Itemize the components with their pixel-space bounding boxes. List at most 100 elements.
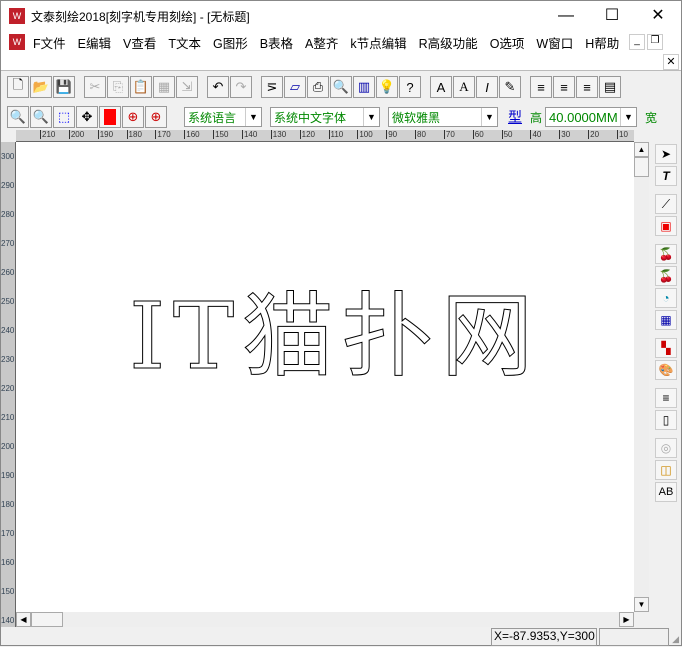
color-tool-icon[interactable]: ▚ — [655, 338, 677, 358]
vertical-scrollbar[interactable]: ▲ ▼ — [634, 142, 649, 612]
maximize-button[interactable]: ☐ — [589, 1, 635, 31]
cn-font-select[interactable]: 系统中文字体 ▼ — [270, 107, 380, 127]
minimize-button[interactable]: — — [543, 1, 589, 31]
menu-graphics[interactable]: G图形 — [207, 33, 254, 52]
ruler-label: 190 — [97, 130, 114, 139]
canvas-text-object[interactable]: IT猫扑网 — [129, 283, 534, 391]
print-icon[interactable]: ⎙ — [307, 76, 329, 98]
save-icon[interactable]: 💾 — [53, 76, 75, 98]
undo-icon[interactable]: ↶ — [207, 76, 229, 98]
menu-window[interactable]: W窗口 — [530, 33, 579, 52]
scroll-down-icon[interactable]: ▼ — [634, 597, 649, 612]
fill-tool-icon[interactable]: 🍒 — [655, 244, 677, 264]
vertical-scroll-thumb[interactable] — [634, 157, 649, 177]
copy-icon[interactable]: ⎘ — [107, 76, 129, 98]
ruler-label: 180 — [126, 130, 142, 139]
height-input[interactable]: 40.0000MM ▼ — [545, 107, 638, 127]
ruler-label: 200 — [68, 130, 85, 139]
vertical-ruler: 300 290 280 270 260 250 240 230 220 210 200 190 180 1… — [1, 142, 16, 627]
menu-help[interactable]: H帮助 — [579, 33, 625, 52]
text-tool-icon[interactable]: T — [655, 166, 677, 186]
mdi-close-button[interactable]: ✕ — [663, 54, 679, 70]
text-fit-icon[interactable]: A — [430, 76, 452, 98]
paint-tool-icon[interactable]: 🎨 — [655, 360, 677, 380]
redo-icon[interactable]: ↷ — [230, 76, 252, 98]
zoom-page-icon[interactable] — [99, 106, 121, 128]
zoom-in-icon[interactable]: 🔍 — [30, 106, 52, 128]
effect-tool-icon[interactable]: ◎ — [655, 438, 677, 458]
italic-icon[interactable]: I — [476, 76, 498, 98]
zoom-fit-icon[interactable]: ⊕ — [122, 106, 144, 128]
cut-output-icon[interactable]: ▥ — [353, 76, 375, 98]
page-icon[interactable]: ▱ — [284, 76, 306, 98]
tip-icon[interactable]: 💡 — [376, 76, 398, 98]
font-select[interactable]: 微软雅黑 ▼ — [388, 107, 498, 127]
ruler-label: 30 — [559, 130, 571, 139]
ruler-label: 170 — [155, 130, 171, 139]
font-type-button[interactable]: 型 — [508, 107, 522, 127]
text-frame-icon[interactable]: A — [453, 76, 475, 98]
ruler-label: 160 — [184, 130, 200, 139]
mdi-restore-button[interactable]: ❐ — [647, 34, 663, 50]
ruler-label: 40 — [530, 130, 542, 139]
group-icon[interactable]: ▦ — [153, 76, 175, 98]
select-arrow-icon[interactable]: ➤ — [655, 144, 677, 164]
zoom-out-icon[interactable]: 🔍 — [7, 106, 29, 128]
resize-grip-icon[interactable]: ◢ — [672, 634, 679, 645]
menu-edit[interactable]: E编辑 — [72, 33, 117, 52]
ungroup-icon[interactable]: ⇲ — [176, 76, 198, 98]
align-right-icon[interactable]: ≡ — [576, 76, 598, 98]
text-edit-icon[interactable]: ✎ — [499, 76, 521, 98]
chevron-down-icon: ▼ — [363, 108, 379, 126]
menu-view[interactable]: V查看 — [117, 33, 162, 52]
paragraph-tool-icon[interactable]: ≡ — [655, 388, 677, 408]
table-tool-icon[interactable]: ▦ — [655, 310, 677, 330]
doc-icon[interactable]: W — [9, 34, 25, 50]
open-icon[interactable]: 📂 — [30, 76, 52, 98]
horizontal-scroll-thumb[interactable] — [31, 612, 63, 627]
mdi-minimize-button[interactable]: _ — [629, 34, 645, 50]
help-icon[interactable]: ? — [399, 76, 421, 98]
menu-text[interactable]: T文本 — [162, 33, 207, 52]
horizontal-scrollbar[interactable]: ◀ ▶ — [16, 612, 634, 627]
page-tool-icon[interactable]: ▯ — [655, 410, 677, 430]
menu-table[interactable]: B表格 — [254, 33, 299, 52]
ruler-label: 80 — [415, 130, 426, 139]
text-convert-icon[interactable]: AB — [655, 482, 677, 502]
language-select[interactable]: 系统语言 ▼ — [184, 107, 262, 127]
pan-icon[interactable]: ✥ — [76, 106, 98, 128]
app-icon: W — [9, 8, 25, 24]
preview-icon[interactable]: 🔍 — [330, 76, 352, 98]
ruler-label: 210 — [1, 413, 15, 422]
scroll-right-icon[interactable]: ▶ — [619, 612, 634, 627]
align-center-icon[interactable]: ≡ — [553, 76, 575, 98]
menu-node-edit[interactable]: k节点编辑 — [344, 33, 412, 52]
menu-options[interactable]: O选项 — [484, 33, 531, 52]
new-icon[interactable]: 🗋 — [7, 76, 29, 98]
zoom-select-icon[interactable]: ⬚ — [53, 106, 75, 128]
chevron-down-icon: ▼ — [620, 108, 636, 126]
shadow-tool-icon[interactable]: ◫ — [655, 460, 677, 480]
scroll-up-icon[interactable]: ▲ — [634, 142, 649, 157]
zoom-all-icon[interactable]: ⊕ — [145, 106, 167, 128]
justify-icon[interactable]: ▤ — [599, 76, 621, 98]
menu-advanced[interactable]: R高级功能 — [413, 33, 484, 52]
menu-file[interactable]: F文件 — [27, 33, 72, 52]
drawing-canvas[interactable]: IT猫扑网 — [16, 142, 634, 612]
ruler-label: 130 — [270, 130, 287, 139]
node-tool-icon[interactable]: ⟋ — [655, 194, 677, 214]
cut-icon[interactable]: ✂ — [84, 76, 106, 98]
menu-align[interactable]: A整齐 — [299, 33, 344, 52]
import-icon[interactable]: ⋝ — [261, 76, 283, 98]
ruler-label: 70 — [443, 130, 455, 139]
rect-tool-icon[interactable]: ▣ — [655, 216, 677, 236]
chevron-down-icon: ▼ — [245, 108, 261, 126]
scroll-left-icon[interactable]: ◀ — [16, 612, 31, 627]
align-left-icon[interactable]: ≡ — [530, 76, 552, 98]
close-button[interactable]: ✕ — [635, 1, 681, 31]
outline-tool-icon[interactable]: 🍒 — [655, 266, 677, 286]
shape-tool-icon[interactable]: ◔ — [655, 288, 677, 308]
paste-icon[interactable]: 📋 — [130, 76, 152, 98]
status-panel — [599, 628, 669, 646]
standard-toolbar: 🗋 📂 💾 ✂ ⎘ 📋 ▦ ⇲ ↶ ↷ ⋝ ▱ ⎙ 🔍 ▥ 💡 ? A A I … — [1, 73, 622, 101]
